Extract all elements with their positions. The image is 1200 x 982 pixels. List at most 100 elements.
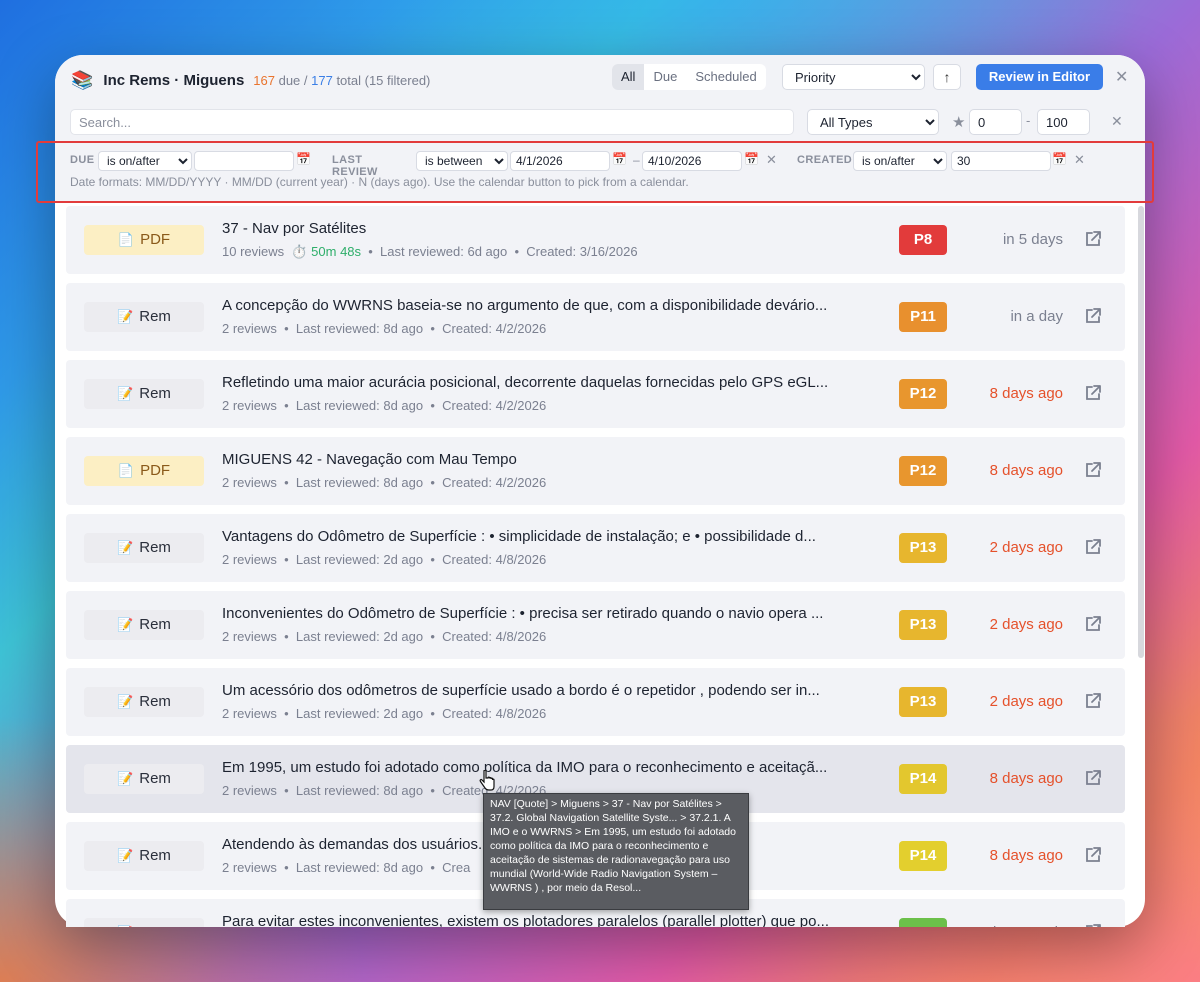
review-timer: ⏱️ 50m 48s [291,244,362,259]
open-external-icon[interactable] [1084,230,1104,250]
rem-title[interactable]: Refletindo uma maior acurácia posicional… [222,374,882,391]
priority-badge: P16 [899,918,947,927]
rem-title[interactable]: 37 - Nav por Satélites [222,220,882,237]
rem-meta: 2 reviews • Last reviewed: 8d ago • Crea… [222,321,546,336]
priority-badge: P12 [899,379,947,409]
memo-icon: 📝 [117,386,134,401]
type-label: Rem [139,847,171,864]
type-badge: 📝 Rem [84,764,204,794]
created-date: Created: 4/2/2026 [442,475,547,490]
due-status: in a month [943,924,1063,927]
last-reviewed: Last reviewed: 6d ago [380,244,508,259]
open-external-icon[interactable] [1084,846,1104,866]
meta-separator: • [423,475,443,490]
due-status: 8 days ago [989,462,1063,479]
open-external-icon[interactable] [1084,615,1104,635]
last-reviewed: Last reviewed: 2d ago [295,552,424,567]
list-item[interactable]: 📄 PDF 37 - Nav por Satélites 10 reviews ⏱️ … [66,206,1125,274]
rem-title[interactable]: Inconvenientes do Odômetro de Superfície… [222,605,882,622]
priority-badge: P12 [899,456,947,486]
last-review-to-input[interactable] [642,151,742,171]
type-label: Rem [139,616,171,633]
range-dash: – [633,153,640,167]
clear-created-icon[interactable]: ✕ [1074,152,1085,168]
type-filter-select[interactable]: All Types [807,109,939,135]
due-count: 167 [253,72,275,88]
open-external-icon[interactable] [1084,923,1104,927]
last-reviewed: Last reviewed: 8d ago [295,321,424,336]
clear-filters-icon[interactable]: ✕ [1111,113,1123,130]
review-count: 2 reviews [222,398,277,413]
created-filter-op[interactable]: is on/after [853,151,947,171]
rem-title[interactable]: Para evitar estes inconvenientes, existe… [222,913,882,927]
open-external-icon[interactable] [1084,692,1104,712]
rem-title[interactable]: Vantagens do Odômetro de Superfície : • … [222,528,882,545]
meta-separator: • [423,783,443,798]
last-review-from-input[interactable] [510,151,610,171]
created-filter-value[interactable] [951,151,1051,171]
tab-scheduled[interactable]: Scheduled [686,64,765,90]
list-item[interactable]: 📝 Rem Refletindo uma maior acurácia posici… [66,360,1125,428]
due-status: 2 days ago [989,616,1063,633]
open-external-icon[interactable] [1084,769,1104,789]
type-badge: 📝 Rem [84,610,204,640]
priority-badge: P11 [899,302,947,332]
sort-direction-button[interactable]: ↑ [933,64,961,90]
rem-meta: 2 reviews • Last reviewed: 2d ago • Crea… [222,552,546,567]
open-external-icon[interactable] [1084,307,1104,327]
meta-separator: • [276,629,296,644]
close-icon[interactable]: ✕ [1115,67,1128,87]
review-count: 2 reviews [222,629,277,644]
due-calendar-icon[interactable]: 📅 [296,152,311,166]
list-scrollbar[interactable] [1138,206,1144,658]
type-label: Rem [139,693,171,710]
rem-title[interactable]: Um acessório dos odômetros de superfície… [222,682,882,699]
rem-title[interactable]: A concepção do WWRNS baseia-se no argume… [222,297,882,314]
review-in-editor-button[interactable]: Review in Editor [976,64,1103,90]
last-review-to-calendar-icon[interactable]: 📅 [744,152,759,166]
rem-meta: 2 reviews • Last reviewed: 8d ago • Crea… [222,398,546,413]
review-count: 2 reviews [222,783,277,798]
review-count: 2 reviews [222,475,277,490]
priority-max-input[interactable] [1037,109,1090,135]
review-count: 2 reviews [222,860,277,875]
type-badge: 📄 PDF [84,456,204,486]
rem-title[interactable]: Em 1995, um estudo foi adotado como polí… [222,759,882,776]
sort-select[interactable]: Priority [782,64,925,90]
list-item[interactable]: 📝 Rem Inconvenientes do Odômetro de Superf… [66,591,1125,659]
meta-separator: • [423,629,443,644]
list-item[interactable]: 📄 PDF MIGUENS 42 - Navegação com Mau Tempo… [66,437,1125,505]
last-review-from-calendar-icon[interactable]: 📅 [612,152,627,166]
open-external-icon[interactable] [1084,538,1104,558]
created-calendar-icon[interactable]: 📅 [1052,152,1067,166]
type-label: PDF [140,462,171,479]
type-badge: 📝 Rem [84,379,204,409]
open-external-icon[interactable] [1084,461,1104,481]
last-review-filter-op[interactable]: is between [416,151,508,171]
memo-icon: 📝 [117,925,133,927]
last-reviewed: Last reviewed: 8d ago [295,398,424,413]
last-reviewed: Last reviewed: 2d ago [295,706,424,721]
date-format-hint: Date formats: MM/DD/YYYY · MM/DD (curren… [70,175,689,189]
tab-due[interactable]: Due [644,64,686,90]
meta-separator: • [276,860,296,875]
list-item[interactable]: 📝 Rem Vantagens do Odômetro de Superfície … [66,514,1125,582]
clear-last-review-icon[interactable]: ✕ [766,152,777,168]
list-item[interactable]: 📝 Rem A concepção do WWRNS baseia-se no ar… [66,283,1125,351]
review-count: 10 reviews [222,244,285,259]
due-status: 2 days ago [989,693,1063,710]
due-filter-value[interactable] [194,151,294,171]
due-filter-op[interactable]: is on/after [98,151,192,171]
list-item[interactable]: 📝 Rem Um acessório dos odômetros de superf… [66,668,1125,736]
search-input[interactable] [70,109,794,135]
rem-title[interactable]: MIGUENS 42 - Navegação com Mau Tempo [222,451,882,468]
type-badge: 📝 Rem [84,918,204,927]
type-label: Rem [139,924,171,927]
type-badge: 📝 Rem [84,687,204,717]
meta-separator: • [423,321,443,336]
open-external-icon[interactable] [1084,384,1104,404]
type-badge: 📝 Rem [84,533,204,563]
created-date: Crea [442,860,471,875]
tab-all[interactable]: All [612,64,645,90]
priority-min-input[interactable] [969,109,1022,135]
